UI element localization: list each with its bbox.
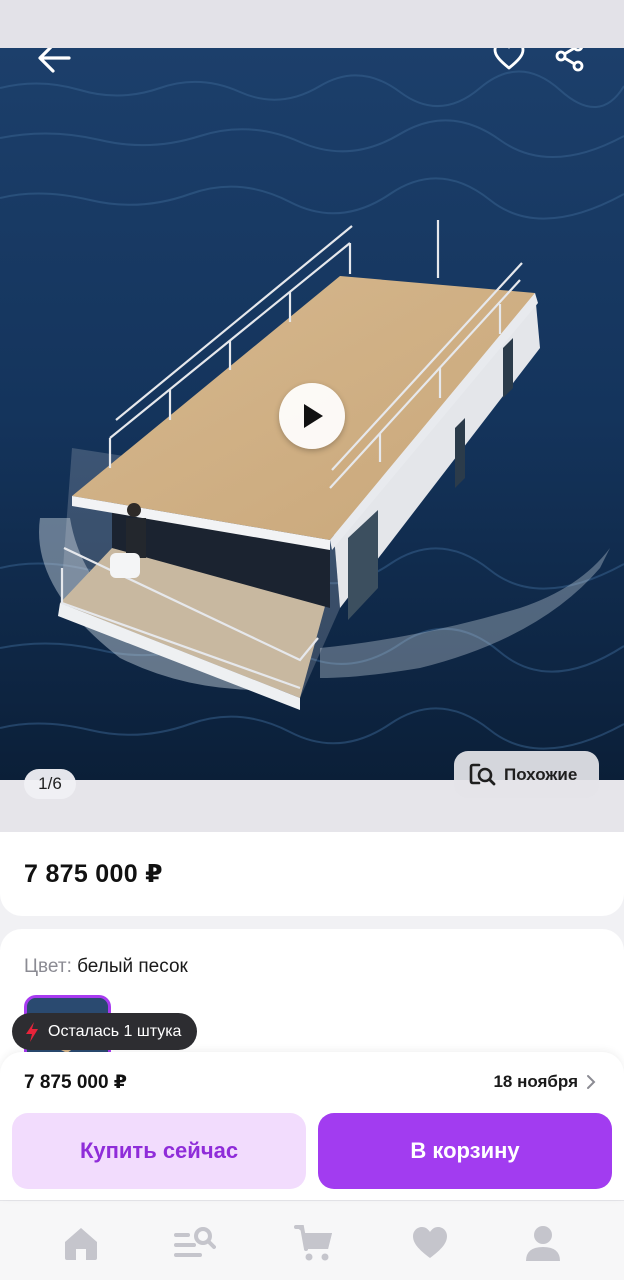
color-value: белый песок [77,956,188,977]
color-label: Цвет: [24,956,72,977]
similar-items-label: Похожие [504,764,578,784]
delivery-date: 18 ноября [493,1072,578,1091]
image-search-icon [469,763,496,785]
nav-home[interactable] [59,1221,103,1265]
heart-outline-icon [493,48,525,70]
color-line: Цвет: белый песок [24,956,188,978]
favorites-icon [413,1227,447,1258]
nav-cart[interactable] [293,1221,337,1265]
add-to-cart-button[interactable]: В корзину [318,1113,612,1189]
arrow-left-icon [38,48,71,73]
play-video-button[interactable] [279,383,345,449]
purchase-panel: 7 875 000 ₽ 18 ноября Купить сейчас В ко… [0,1052,624,1200]
similar-items-button[interactable]: Похожие [454,751,599,798]
status-bar [0,0,624,48]
catalog-search-icon [174,1227,216,1257]
product-gallery[interactable] [0,48,624,780]
lightning-icon [26,1021,38,1042]
nav-favorites[interactable] [408,1221,452,1265]
back-button[interactable] [32,48,76,80]
share-button[interactable] [548,48,592,78]
cart-icon [294,1225,332,1261]
purchase-price: 7 875 000 ₽ [24,1072,128,1093]
buy-now-button[interactable]: Купить сейчас [12,1113,306,1189]
stock-text: Осталась 1 штука [48,1022,182,1040]
product-price: 7 875 000 ₽ [24,860,163,888]
home-icon [65,1228,97,1260]
chevron-right-icon [587,1075,596,1089]
price-card: 7 875 000 ₽ [0,832,624,916]
play-icon [304,404,323,428]
stock-badge: Осталась 1 штука [12,1013,198,1050]
profile-icon [526,1226,560,1261]
bottom-navigation [0,1200,624,1280]
gallery-counter: 1/6 [24,769,76,799]
delivery-date-link[interactable]: 18 ноября [493,1072,596,1092]
nav-catalog[interactable] [172,1221,216,1265]
favorite-button[interactable] [487,48,531,78]
share-icon [555,48,584,72]
nav-profile[interactable] [521,1221,565,1265]
